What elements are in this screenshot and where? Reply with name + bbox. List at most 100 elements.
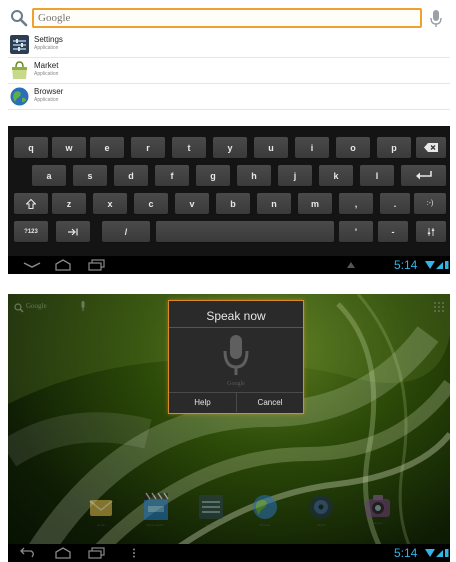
key-label: x xyxy=(107,198,113,209)
key-r[interactable]: r xyxy=(131,137,165,158)
key-label: / xyxy=(124,226,128,237)
key-w[interactable]: w xyxy=(52,137,86,158)
home-icon[interactable] xyxy=(54,547,72,559)
key-label: d xyxy=(128,170,134,181)
browser-icon xyxy=(253,495,277,519)
enter-key[interactable] xyxy=(401,165,446,186)
key-dash[interactable]: - xyxy=(378,221,408,242)
key-o[interactable]: o xyxy=(336,137,370,158)
key-label: v xyxy=(189,198,195,209)
key-period[interactable]: . xyxy=(380,193,410,214)
smiley-key[interactable]: :-) xyxy=(414,193,446,214)
email-icon xyxy=(89,500,113,516)
key-label: t xyxy=(187,142,191,153)
key-j[interactable]: j xyxy=(278,165,312,186)
key-c[interactable]: c xyxy=(134,193,168,214)
key-p[interactable]: p xyxy=(377,137,411,158)
sliders-icon xyxy=(427,227,435,236)
key-f[interactable]: f xyxy=(155,165,189,186)
cancel-button[interactable]: Cancel xyxy=(236,392,303,412)
key-label: :-) xyxy=(426,200,434,207)
key-label: o xyxy=(350,142,356,153)
home-search-label[interactable]: Google xyxy=(26,302,47,310)
help-button-label: Help xyxy=(194,398,211,407)
key-n[interactable]: n xyxy=(257,193,291,214)
dock-item-settings[interactable]: Settings xyxy=(188,492,234,540)
key-i[interactable]: i xyxy=(295,137,329,158)
key-e[interactable]: e xyxy=(90,137,124,158)
microphone-icon[interactable] xyxy=(80,301,86,312)
search-icon[interactable] xyxy=(14,303,24,313)
key-m[interactable]: m xyxy=(298,193,332,214)
key-label: a xyxy=(46,170,52,181)
backspace-key[interactable] xyxy=(416,137,446,158)
suggestion-item-browser[interactable]: Browser Application xyxy=(8,84,450,110)
voice-search-screen: Google Speak now Google Help Cancel Emai… xyxy=(8,294,450,562)
dock-item-camera[interactable]: Camera xyxy=(354,490,400,540)
key-b[interactable]: b xyxy=(216,193,250,214)
dock-item-email[interactable]: Email xyxy=(78,494,124,540)
cancel-button-label: Cancel xyxy=(257,398,283,407)
movie-studio-icon xyxy=(144,492,169,520)
key-h[interactable]: h xyxy=(237,165,271,186)
status-clock: 5:14 xyxy=(394,258,418,272)
key-t[interactable]: t xyxy=(172,137,206,158)
suggestion-item-market[interactable]: Market Application xyxy=(8,58,450,84)
dialog-title: Speak now xyxy=(206,309,266,323)
notification-icon[interactable] xyxy=(346,261,356,269)
key-q[interactable]: q xyxy=(14,137,48,158)
dialog-divider xyxy=(169,327,303,328)
key-label: w xyxy=(65,142,73,153)
key-x[interactable]: x xyxy=(93,193,127,214)
key-v[interactable]: v xyxy=(175,193,209,214)
dock-item-label: Movie Studio xyxy=(146,523,164,527)
google-caption: Google xyxy=(227,381,245,387)
key-apostrophe[interactable]: ' xyxy=(339,221,373,242)
suggestion-subtitle: Application xyxy=(34,71,59,77)
search-icon[interactable] xyxy=(10,9,28,27)
key-slash[interactable]: / xyxy=(102,221,150,242)
key-u[interactable]: u xyxy=(254,137,288,158)
settings-icon xyxy=(199,495,223,519)
key-label: s xyxy=(87,170,93,181)
back-icon[interactable] xyxy=(18,547,36,559)
microphone-icon[interactable] xyxy=(220,333,252,379)
key-label: e xyxy=(104,142,110,153)
tab-key[interactable] xyxy=(56,221,90,242)
key-label: k xyxy=(333,170,339,181)
home-icon[interactable] xyxy=(54,259,72,271)
home-dock: Email Movie Studio Settings Browser Musi… xyxy=(8,490,450,540)
dock-item-movie-studio[interactable]: Movie Studio xyxy=(132,490,178,540)
key-label: u xyxy=(268,142,274,153)
key-label: f xyxy=(170,170,174,181)
recent-apps-icon[interactable] xyxy=(88,259,106,271)
key-label: - xyxy=(391,226,395,237)
key-d[interactable]: d xyxy=(114,165,148,186)
suggestion-title: Browser xyxy=(34,87,64,96)
space-key[interactable] xyxy=(156,221,334,242)
key-z[interactable]: z xyxy=(52,193,86,214)
hide-keyboard-icon[interactable] xyxy=(22,260,42,270)
search-input[interactable] xyxy=(32,8,422,28)
help-button[interactable]: Help xyxy=(169,392,236,412)
symbols-key[interactable]: ?123 xyxy=(14,221,48,242)
dock-item-music[interactable]: Music xyxy=(298,492,344,540)
key-a[interactable]: a xyxy=(32,165,66,186)
recent-apps-icon[interactable] xyxy=(88,547,106,559)
keyboard-settings-key[interactable] xyxy=(416,221,446,242)
shift-key[interactable] xyxy=(14,193,48,214)
key-k[interactable]: k xyxy=(319,165,353,186)
key-comma[interactable]: , xyxy=(339,193,373,214)
microphone-icon[interactable] xyxy=(428,9,444,29)
key-label: i xyxy=(310,142,314,153)
all-apps-icon[interactable] xyxy=(434,302,444,312)
dock-item-browser[interactable]: Browser xyxy=(242,492,288,540)
key-g[interactable]: g xyxy=(196,165,230,186)
key-y[interactable]: y xyxy=(213,137,247,158)
enter-icon xyxy=(415,171,432,180)
key-l[interactable]: l xyxy=(360,165,394,186)
suggestion-item-settings[interactable]: Settings Application xyxy=(8,32,450,58)
key-s[interactable]: s xyxy=(73,165,107,186)
menu-overflow-icon[interactable] xyxy=(132,548,136,558)
wifi-signal-battery-icon xyxy=(425,549,449,557)
